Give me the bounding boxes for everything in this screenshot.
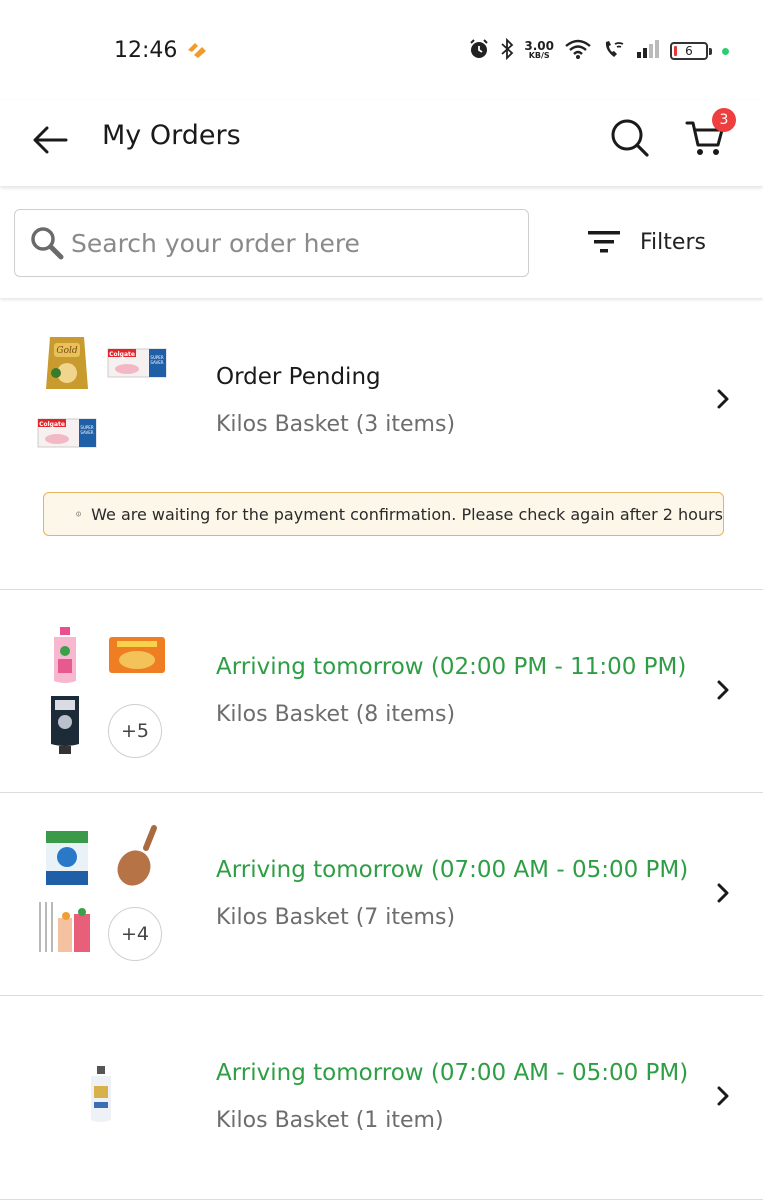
search-button[interactable] xyxy=(606,114,654,162)
order-thumbnails: Gold Colgate SUPER SAVER Colgate SUPER SAVER xyxy=(30,326,170,466)
network-speed: 3.00 KB/S xyxy=(524,39,554,61)
svg-text:SAVER: SAVER xyxy=(150,360,163,365)
payment-notice-text: We are waiting for the payment confirmat… xyxy=(91,504,723,524)
status-icons: 3.00 KB/S 6 xyxy=(468,37,729,65)
status-bar: 12:46 3.00 KB/S 6 xyxy=(0,0,763,100)
order-card[interactable]: +4 Arriving tomorrow (07:00 AM - 05:00 P… xyxy=(0,793,763,996)
chevron-right-icon[interactable] xyxy=(712,679,734,701)
filters-button[interactable]: Filters xyxy=(586,222,706,262)
toothpaste-box-image: Colgate SUPER SAVER xyxy=(36,402,98,464)
order-card[interactable]: Gold Colgate SUPER SAVER Colgate SUPER SAVER… xyxy=(0,298,763,590)
app-bar: My Orders 3 xyxy=(0,100,763,186)
arrow-left-icon xyxy=(33,126,68,154)
order-card[interactable]: Arriving tomorrow (07:00 AM - 05:00 PM) … xyxy=(0,996,763,1200)
search-icon xyxy=(611,119,649,157)
battery-icon: 6 xyxy=(670,42,712,60)
privacy-dot-icon xyxy=(722,47,729,55)
tea-pack-image: Gold xyxy=(36,332,98,394)
order-store-items: Kilos Basket (3 items) xyxy=(216,412,456,437)
search-icon xyxy=(29,225,65,261)
facewash-tube-image xyxy=(34,694,96,756)
order-status: Order Pending xyxy=(216,364,381,390)
chevron-right-icon[interactable] xyxy=(712,882,734,904)
signal-icon xyxy=(636,39,660,64)
straws-glasses-image xyxy=(34,897,96,959)
svg-text:Gold: Gold xyxy=(56,346,77,356)
svg-text:Colgate: Colgate xyxy=(109,351,135,358)
more-items-badge: +4 xyxy=(108,907,162,961)
svg-text:Colgate: Colgate xyxy=(39,421,65,428)
order-store-items: Kilos Basket (8 items) xyxy=(216,702,456,727)
network-speed-unit: KB/S xyxy=(528,51,550,60)
filter-icon xyxy=(588,231,620,253)
wooden-spoon-image xyxy=(106,825,168,887)
app-notification-icon xyxy=(186,41,208,64)
order-thumbnails: +4 xyxy=(30,821,170,961)
search-filter-bar: Filters xyxy=(0,186,763,298)
svg-text:SAVER: SAVER xyxy=(80,430,93,435)
order-card[interactable]: +5 Arriving tomorrow (02:00 PM - 11:00 P… xyxy=(0,590,763,793)
biscuit-pack-image xyxy=(106,624,168,686)
cart-button[interactable]: 3 xyxy=(680,108,736,162)
wifi-calling-icon xyxy=(602,38,626,65)
payment-notice: We are waiting for the payment confirmat… xyxy=(43,492,724,536)
order-status: Arriving tomorrow (07:00 AM - 05:00 PM) xyxy=(216,857,689,883)
network-speed-value: 3.00 xyxy=(524,39,554,53)
order-store-items: Kilos Basket (1 item) xyxy=(216,1108,444,1133)
bodywash-bottle-image xyxy=(34,624,96,686)
status-time: 12:46 xyxy=(114,38,178,63)
cart-count-badge: 3 xyxy=(712,108,736,132)
alarm-icon xyxy=(468,38,490,65)
battery-level: 6 xyxy=(685,44,693,58)
shampoo-bottle-image xyxy=(70,1064,132,1126)
order-status: Arriving tomorrow (07:00 AM - 05:00 PM) xyxy=(216,1060,689,1086)
more-items-badge: +5 xyxy=(108,704,162,758)
order-status: Arriving tomorrow (02:00 PM - 11:00 PM) xyxy=(216,654,687,680)
chevron-right-icon[interactable] xyxy=(712,1085,734,1107)
filters-label: Filters xyxy=(640,229,706,255)
order-search-box[interactable] xyxy=(14,209,529,277)
bluetooth-icon xyxy=(500,37,514,65)
order-search-input[interactable] xyxy=(71,228,511,258)
toothpaste-box-image: Colgate SUPER SAVER xyxy=(106,332,168,394)
detergent-pack-image xyxy=(36,827,98,889)
info-icon xyxy=(76,511,81,517)
order-store-items: Kilos Basket (7 items) xyxy=(216,905,456,930)
order-thumbnails: +5 xyxy=(30,618,170,758)
chevron-right-icon[interactable] xyxy=(712,388,734,410)
wifi-icon xyxy=(564,38,592,65)
page-title: My Orders xyxy=(102,120,241,151)
order-thumbnails xyxy=(30,1024,170,1164)
back-button[interactable] xyxy=(28,118,72,162)
